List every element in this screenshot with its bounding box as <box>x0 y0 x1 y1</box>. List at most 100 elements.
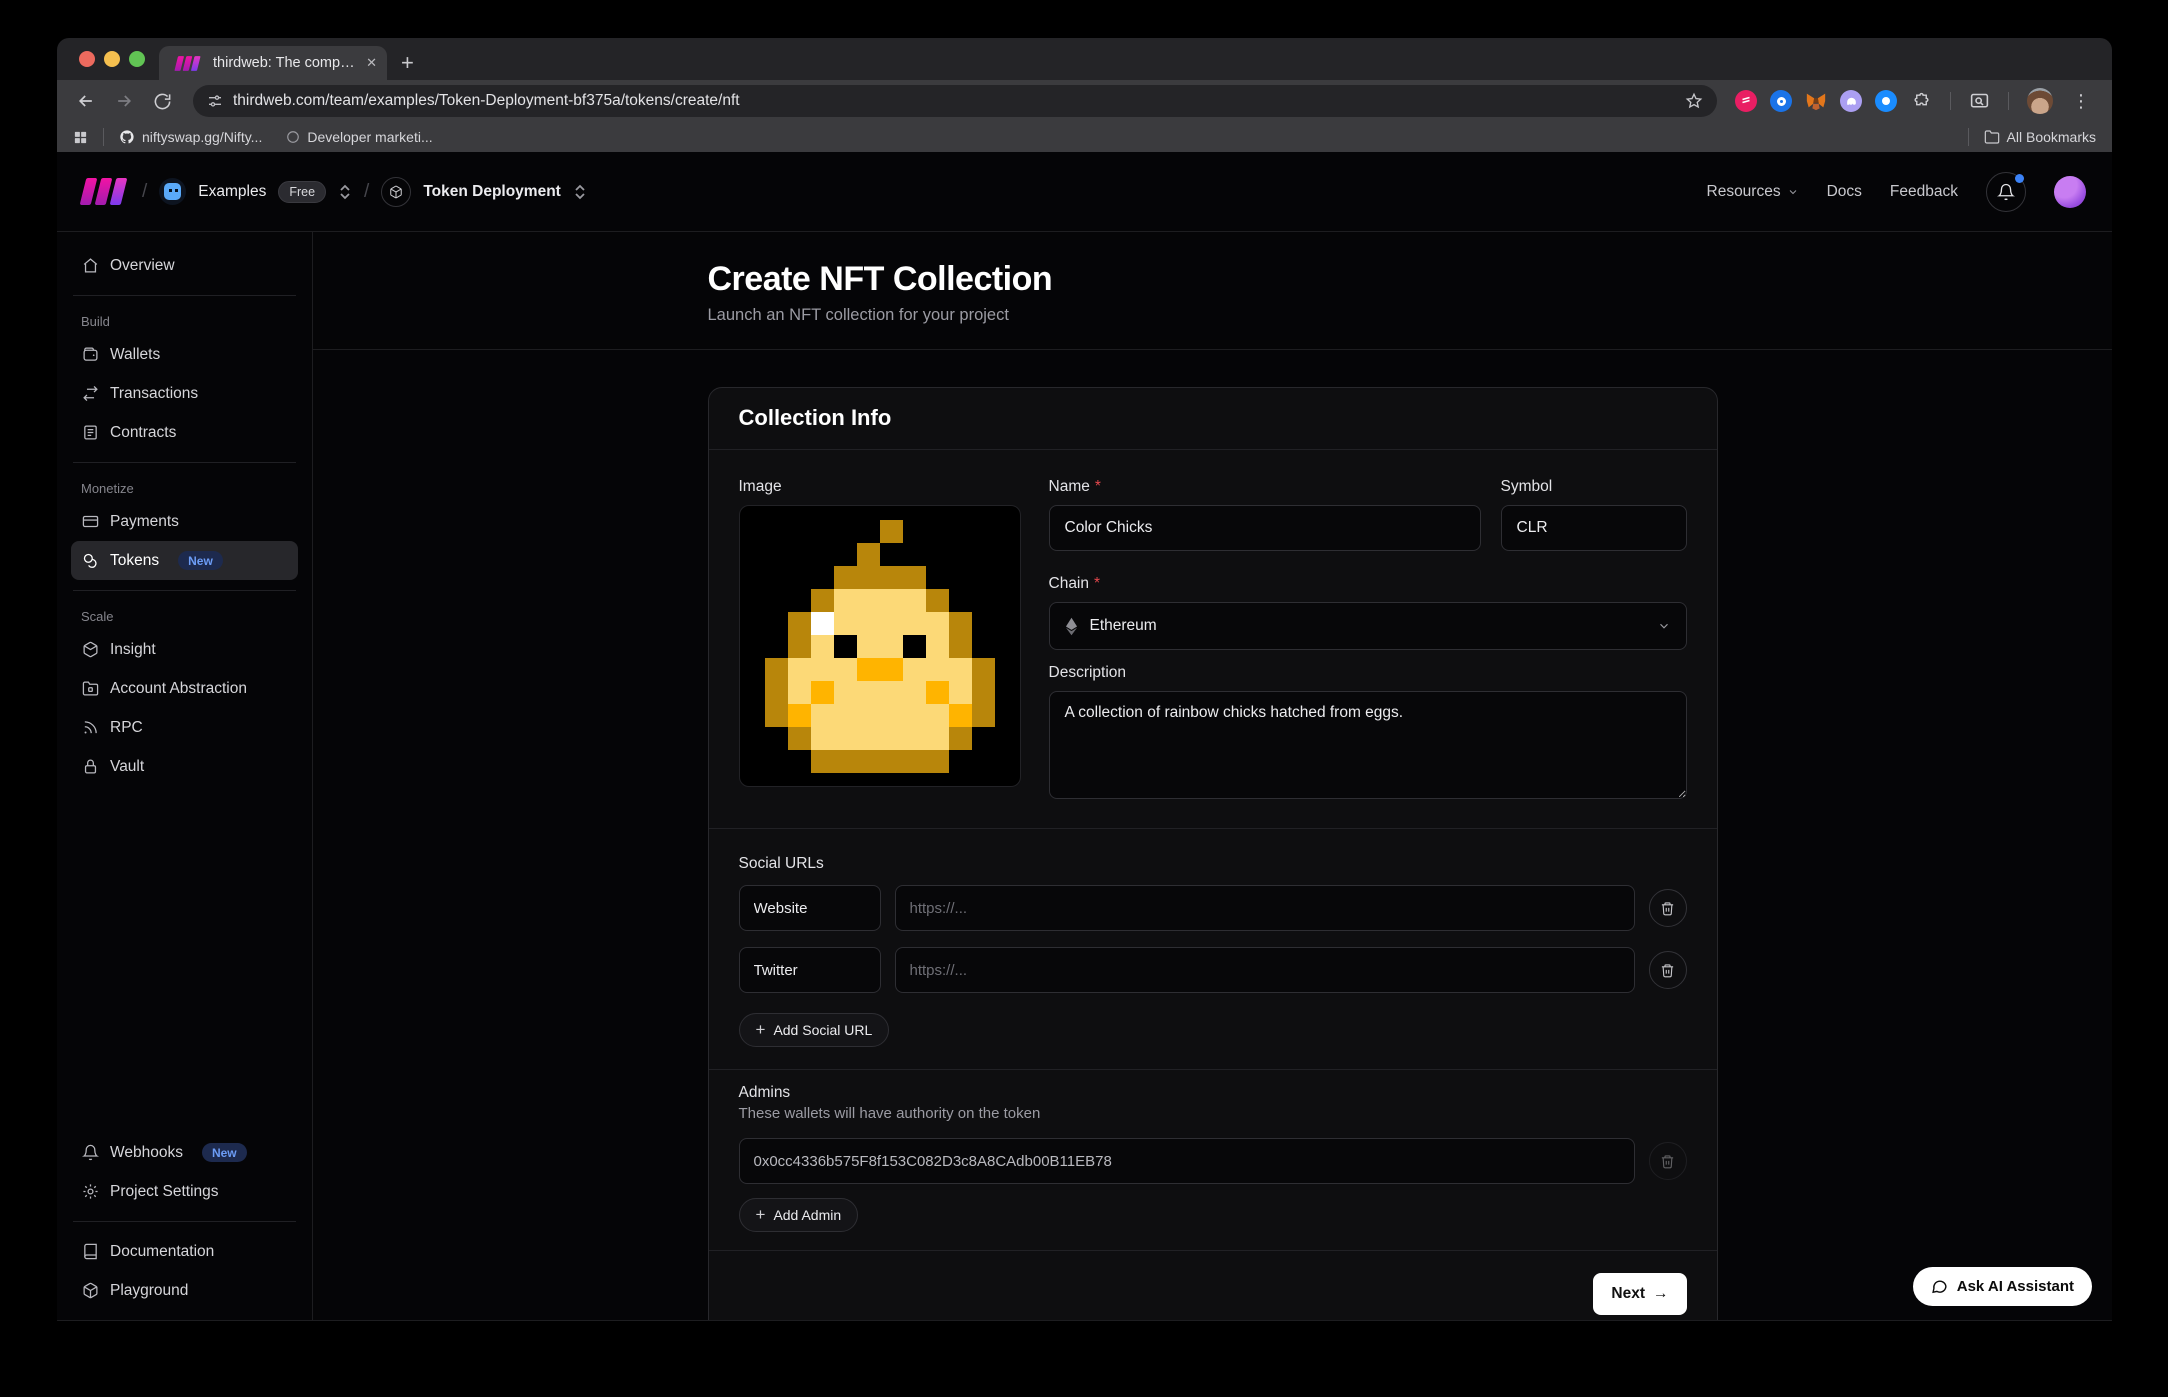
browser-tab[interactable]: thirdweb: The complete web3 ✕ <box>159 46 387 80</box>
delete-social-url-button[interactable] <box>1649 889 1687 927</box>
forward-button[interactable] <box>107 84 141 118</box>
bookmarks-bar: niftyswap.gg/Nifty... Developer marketi.… <box>57 122 2112 152</box>
nft-image-pixel-art <box>765 520 995 773</box>
social-platform-input[interactable] <box>739 885 881 931</box>
contract-icon <box>81 424 99 442</box>
close-window-button[interactable] <box>79 51 95 67</box>
chain-select[interactable]: Ethereum <box>1049 602 1687 650</box>
account-avatar[interactable] <box>2054 176 2086 208</box>
collection-image-upload[interactable] <box>739 505 1021 787</box>
notifications-button[interactable] <box>1986 172 2026 212</box>
sidebar-item-overview[interactable]: Overview <box>71 246 298 285</box>
apps-grid-icon[interactable] <box>73 130 88 145</box>
social-url-input[interactable] <box>895 885 1635 931</box>
name-input[interactable] <box>1049 505 1481 551</box>
page-title-band: Create NFT Collection Launch an NFT coll… <box>313 232 2112 350</box>
sidebar-item-vault[interactable]: Vault <box>71 747 298 786</box>
phantom-extension-icon[interactable] <box>1840 90 1862 112</box>
delete-admin-button[interactable] <box>1649 1142 1687 1180</box>
sidebar-item-insight[interactable]: Insight <box>71 630 298 669</box>
header-nav: Resources Docs Feedback <box>1707 172 2087 212</box>
thirdweb-logo[interactable] <box>83 178 124 205</box>
payments-icon <box>81 513 99 531</box>
bookmark-label: Developer marketi... <box>307 129 432 145</box>
extensions-row: ⋮ <box>1731 88 2100 114</box>
social-platform-input[interactable] <box>739 947 881 993</box>
trash-icon <box>1660 1154 1675 1169</box>
plus-icon: + <box>756 1020 766 1040</box>
profile-avatar[interactable] <box>2027 88 2053 114</box>
thirdweb-app: / Examples Free / Token Deployment <box>57 152 2112 1332</box>
image-label: Image <box>739 478 782 496</box>
name-label: Name <box>1049 478 1090 496</box>
extensions-puzzle-icon[interactable] <box>1910 90 1932 112</box>
github-icon <box>119 129 135 145</box>
minimize-window-button[interactable] <box>104 51 120 67</box>
sidebar-divider <box>73 462 296 463</box>
new-tab-button[interactable]: + <box>387 52 428 80</box>
team-name[interactable]: Examples <box>198 183 266 201</box>
sidebar-item-payments[interactable]: Payments <box>71 502 298 541</box>
browser-window: thirdweb: The complete web3 ✕ + thirdweb… <box>57 38 2112 1332</box>
plus-icon: + <box>756 1205 766 1225</box>
admin-row <box>739 1138 1687 1184</box>
webhooks-bell-icon <box>81 1144 99 1162</box>
account-abstraction-icon <box>81 680 99 698</box>
next-button[interactable]: Next → <box>1593 1273 1686 1315</box>
sidebar-item-account-abstraction[interactable]: Account Abstraction <box>71 669 298 708</box>
back-button[interactable] <box>69 84 103 118</box>
reload-button[interactable] <box>145 84 179 118</box>
resources-menu[interactable]: Resources <box>1707 183 1799 201</box>
insight-icon <box>81 641 99 659</box>
team-avatar[interactable] <box>159 178 186 205</box>
extension-icon-blue-ring[interactable] <box>1770 90 1792 112</box>
project-icon <box>381 177 411 207</box>
docs-link[interactable]: Docs <box>1827 183 1862 201</box>
project-switcher-icon[interactable] <box>573 183 587 201</box>
transactions-icon <box>81 385 99 403</box>
site-settings-icon[interactable] <box>207 93 223 109</box>
ethereum-icon <box>1065 617 1078 636</box>
sidebar-divider <box>73 590 296 591</box>
social-url-input[interactable] <box>895 947 1635 993</box>
metamask-extension-icon[interactable] <box>1805 90 1827 112</box>
extension-icon-pink[interactable] <box>1735 90 1757 112</box>
url-bar[interactable]: thirdweb.com/team/examples/Token-Deploym… <box>193 85 1717 117</box>
project-name[interactable]: Token Deployment <box>423 183 561 201</box>
sidebar-item-project-settings[interactable]: Project Settings <box>71 1172 298 1211</box>
new-badge: New <box>202 1143 247 1162</box>
side-panel-icon[interactable] <box>1969 91 1990 112</box>
sidebar-item-tokens[interactable]: Tokens New <box>71 541 298 580</box>
all-bookmarks-button[interactable]: All Bookmarks <box>1984 129 2096 145</box>
rpc-icon <box>81 719 99 737</box>
bookmark-item[interactable]: niftyswap.gg/Nifty... <box>119 129 262 145</box>
team-switcher-icon[interactable] <box>338 183 352 201</box>
add-admin-button[interactable]: + Add Admin <box>739 1198 859 1232</box>
collection-info-card: Collection Info Image <box>708 387 1718 1320</box>
admin-wallet-input[interactable] <box>739 1138 1635 1184</box>
sidebar-item-wallets[interactable]: Wallets <box>71 335 298 374</box>
delete-social-url-button[interactable] <box>1649 951 1687 989</box>
sidebar-item-playground[interactable]: Playground <box>71 1271 298 1310</box>
sidebar-section-build: Build <box>71 306 298 335</box>
sidebar-item-documentation[interactable]: Documentation <box>71 1232 298 1271</box>
sidebar-item-webhooks[interactable]: Webhooks New <box>71 1133 298 1172</box>
sidebar-item-rpc[interactable]: RPC <box>71 708 298 747</box>
sidebar-item-contracts[interactable]: Contracts <box>71 413 298 452</box>
description-textarea[interactable]: A collection of rainbow chicks hatched f… <box>1049 691 1687 799</box>
breadcrumb-slash: / <box>364 181 369 203</box>
bookmark-star-icon[interactable] <box>1685 92 1703 110</box>
browser-menu-icon[interactable]: ⋮ <box>2066 91 2096 112</box>
url-text[interactable]: thirdweb.com/team/examples/Token-Deploym… <box>233 92 1675 110</box>
ask-ai-assistant-button[interactable]: Ask AI Assistant <box>1913 1267 2092 1306</box>
bookmark-item[interactable]: Developer marketi... <box>286 129 432 145</box>
page-title: Create NFT Collection <box>708 260 1718 299</box>
symbol-input[interactable] <box>1501 505 1687 551</box>
tab-close-icon[interactable]: ✕ <box>366 55 377 71</box>
sidebar-item-transactions[interactable]: Transactions <box>71 374 298 413</box>
zoom-window-button[interactable] <box>129 51 145 67</box>
feedback-link[interactable]: Feedback <box>1890 183 1958 201</box>
extension-icon-blue-lock[interactable] <box>1875 90 1897 112</box>
toolbar-divider <box>1950 92 1951 110</box>
add-social-url-button[interactable]: + Add Social URL <box>739 1013 890 1047</box>
